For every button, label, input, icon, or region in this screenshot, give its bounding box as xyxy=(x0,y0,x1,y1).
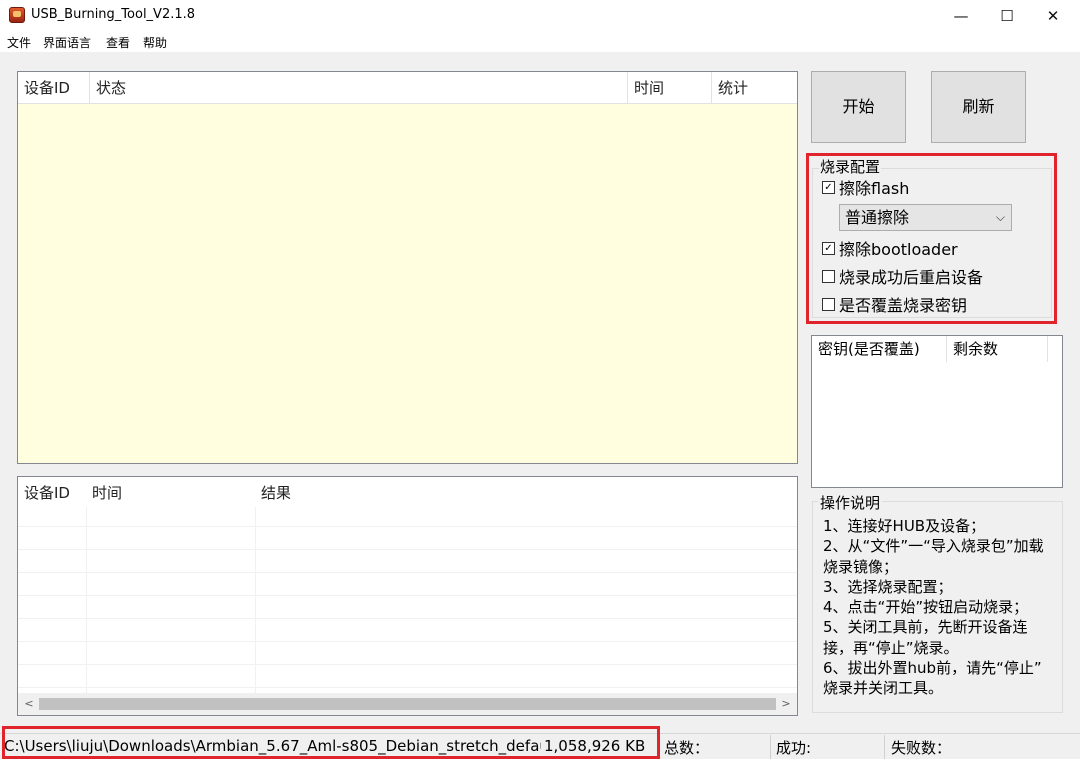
checkbox-checked-icon[interactable]: ✓ xyxy=(822,181,835,194)
start-button[interactable]: 开始 xyxy=(811,71,906,143)
menu-view[interactable]: 查看 xyxy=(106,34,130,51)
refresh-button[interactable]: 刷新 xyxy=(931,71,1026,143)
column-time[interactable]: 时间 xyxy=(86,477,255,509)
device-list-header: 设备ID 状态 时间 统计 xyxy=(18,72,797,104)
row-line xyxy=(18,641,797,642)
key-list-header: 密钥(是否覆盖) 剩余数 xyxy=(812,336,1048,362)
result-list-header: 设备ID 时间 结果 xyxy=(18,477,797,509)
erase-flash-checkbox[interactable]: ✓ 擦除flash xyxy=(822,178,909,200)
success-count-label: 成功: xyxy=(776,739,812,757)
instruction-line: 烧录并关闭工具。 xyxy=(823,679,944,698)
column-remaining[interactable]: 剩余数 xyxy=(947,336,1048,362)
close-button[interactable]: ✕ xyxy=(1030,0,1076,32)
path-highlight xyxy=(2,726,660,759)
column-device-id[interactable]: 设备ID xyxy=(18,72,90,104)
instruction-line: 1、连接好HUB及设备； xyxy=(823,517,986,535)
window-title: USB_Burning_Tool_V2.1.8 xyxy=(31,7,196,22)
key-list[interactable]: 密钥(是否覆盖) 剩余数 xyxy=(811,335,1063,488)
erase-flash-label: 擦除flash xyxy=(839,179,910,198)
status-separator xyxy=(884,735,885,759)
erase-mode-select[interactable]: 普通擦除 ⌵ xyxy=(839,204,1012,231)
column-result[interactable]: 结果 xyxy=(255,477,555,509)
scrollbar-thumb[interactable] xyxy=(39,698,776,710)
erase-bootloader-label: 擦除bootloader xyxy=(839,240,958,259)
instruction-line: 4、点击“开始”按钮启动烧录； xyxy=(823,598,1029,617)
instruction-line: 6、拔出外置hub前，请先“停止” xyxy=(823,659,1042,678)
scroll-right-icon[interactable]: > xyxy=(777,695,795,713)
column-device-id[interactable]: 设备ID xyxy=(18,477,86,509)
app-icon xyxy=(9,7,25,23)
row-line xyxy=(18,664,797,665)
instruction-line: 2、从“文件”一“导入烧录包”加载 xyxy=(823,537,1044,556)
total-count-label: 总数： xyxy=(664,739,710,757)
maximize-button[interactable]: ☐ xyxy=(984,0,1030,32)
row-line xyxy=(18,572,797,573)
status-separator xyxy=(770,735,771,759)
minimize-button[interactable]: — xyxy=(938,0,984,32)
row-line xyxy=(18,526,797,527)
instructions-title: 操作说明 xyxy=(818,492,883,513)
row-line xyxy=(18,618,797,619)
chevron-down-icon: ⌵ xyxy=(995,210,1005,224)
overwrite-key-label: 是否覆盖烧录密钥 xyxy=(839,296,968,315)
reboot-after-label: 烧录成功后重启设备 xyxy=(839,268,984,287)
instruction-line: 烧录镜像； xyxy=(823,557,899,576)
row-line xyxy=(18,595,797,596)
checkbox-unchecked-icon[interactable] xyxy=(822,270,835,283)
instructions-text: 1、连接好HUB及设备； 2、从“文件”一“导入烧录包”加载 烧录镜像； 3、选… xyxy=(823,516,1063,699)
config-title: 烧录配置 xyxy=(819,156,882,177)
erase-bootloader-checkbox[interactable]: ✓ 擦除bootloader xyxy=(822,239,958,261)
device-list[interactable]: 设备ID 状态 时间 统计 xyxy=(17,71,798,464)
horizontal-scrollbar[interactable]: < > xyxy=(18,693,797,715)
erase-mode-value: 普通擦除 xyxy=(845,208,910,227)
column-divider xyxy=(255,507,256,693)
column-key[interactable]: 密钥(是否覆盖) xyxy=(812,336,947,362)
instruction-line: 3、选择烧录配置； xyxy=(823,577,953,596)
menu-file[interactable]: 文件 xyxy=(7,34,31,51)
reboot-after-checkbox[interactable]: 烧录成功后重启设备 xyxy=(822,267,983,289)
row-line xyxy=(18,687,797,688)
overwrite-key-checkbox[interactable]: 是否覆盖烧录密钥 xyxy=(822,295,967,317)
column-time[interactable]: 时间 xyxy=(628,72,712,104)
checkbox-checked-icon[interactable]: ✓ xyxy=(822,242,835,255)
instruction-line: 接，再“停止”烧录。 xyxy=(823,638,959,657)
instruction-line: 5、关闭工具前，先断开设备连 xyxy=(823,618,1028,637)
column-divider xyxy=(86,507,87,693)
column-statistics[interactable]: 统计 xyxy=(712,72,797,104)
fail-count-label: 失败数： xyxy=(891,739,952,757)
checkbox-unchecked-icon[interactable] xyxy=(822,298,835,311)
column-status[interactable]: 状态 xyxy=(90,72,628,104)
result-list[interactable]: 设备ID 时间 结果 < > xyxy=(17,476,798,716)
row-line xyxy=(18,549,797,550)
menu-interface-language[interactable]: 界面语言 xyxy=(43,34,91,51)
menu-help[interactable]: 帮助 xyxy=(143,34,167,51)
scroll-left-icon[interactable]: < xyxy=(20,695,38,713)
